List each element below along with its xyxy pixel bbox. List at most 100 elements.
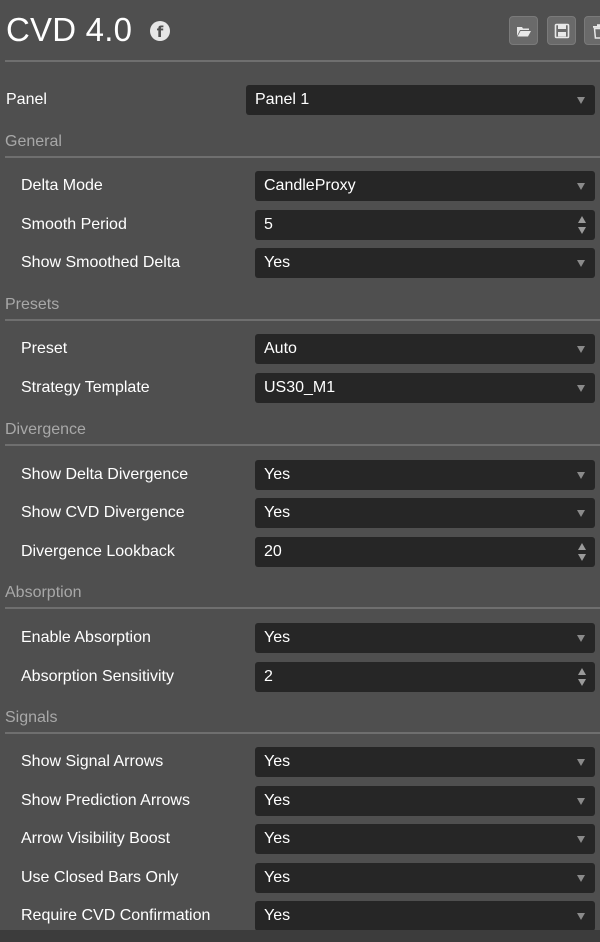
smooth-period-label: Smooth Period <box>21 216 127 233</box>
strategy-template-select[interactable]: US30_M1 <box>255 373 595 403</box>
facebook-icon[interactable]: f <box>150 21 170 41</box>
divergence-lookback-value: 20 <box>264 543 282 560</box>
preset-row: Preset Auto <box>0 332 600 366</box>
require-cvd-confirmation-row: Require CVD Confirmation Yes <box>0 899 600 933</box>
chevron-down-icon <box>577 836 585 843</box>
absorption-sensitivity-value: 2 <box>264 668 273 685</box>
smooth-period-row: Smooth Period 5 <box>0 208 600 242</box>
section-divider <box>5 156 600 158</box>
section-signals-title: Signals <box>5 709 58 726</box>
delta-mode-value: CandleProxy <box>264 177 356 194</box>
show-smoothed-delta-row: Show Smoothed Delta Yes <box>0 246 600 280</box>
show-smoothed-delta-label: Show Smoothed Delta <box>21 254 181 271</box>
settings-panel: CVD 4.0 f Panel Panel 1 General Delta Mo… <box>0 0 600 942</box>
panel-title: CVD 4.0 <box>6 11 133 48</box>
folder-open-icon <box>517 27 531 37</box>
preset-select[interactable]: Auto <box>255 334 595 364</box>
preset-value: Auto <box>264 340 297 357</box>
chevron-down-icon <box>577 635 585 642</box>
save-button[interactable] <box>547 16 576 45</box>
use-closed-bars-only-value: Yes <box>264 869 291 886</box>
smooth-period-stepper[interactable]: 5 <box>255 210 595 240</box>
strategy-template-label: Strategy Template <box>21 379 150 396</box>
use-closed-bars-only-row: Use Closed Bars Only Yes <box>0 861 600 895</box>
arrow-visibility-boost-value: Yes <box>264 830 291 847</box>
panel-label: Panel <box>6 91 47 108</box>
show-prediction-arrows-row: Show Prediction Arrows Yes <box>0 784 600 818</box>
show-delta-divergence-value: Yes <box>264 466 291 483</box>
section-divider <box>5 732 600 734</box>
divergence-lookback-stepper[interactable]: 20 <box>255 537 595 567</box>
delta-mode-select[interactable]: CandleProxy <box>255 171 595 201</box>
enable-absorption-value: Yes <box>264 629 291 646</box>
chevron-down-icon <box>577 183 585 190</box>
arrow-visibility-boost-select[interactable]: Yes <box>255 824 595 854</box>
require-cvd-confirmation-label: Require CVD Confirmation <box>21 907 211 924</box>
show-prediction-arrows-label: Show Prediction Arrows <box>21 792 190 809</box>
section-divider <box>5 607 600 609</box>
section-divider <box>5 319 600 321</box>
delta-mode-row: Delta Mode CandleProxy <box>0 169 600 203</box>
divergence-lookback-row: Divergence Lookback 20 <box>0 535 600 569</box>
chevron-down-icon <box>577 875 585 882</box>
smooth-period-value: 5 <box>264 216 273 233</box>
enable-absorption-select[interactable]: Yes <box>255 623 595 653</box>
use-closed-bars-only-select[interactable]: Yes <box>255 863 595 893</box>
show-cvd-divergence-value: Yes <box>264 504 291 521</box>
save-icon <box>554 23 570 39</box>
spin-down-icon[interactable] <box>578 679 586 686</box>
show-signal-arrows-value: Yes <box>264 753 291 770</box>
enable-absorption-label: Enable Absorption <box>21 629 151 646</box>
show-prediction-arrows-value: Yes <box>264 792 291 809</box>
chevron-down-icon <box>577 798 585 805</box>
show-delta-divergence-select[interactable]: Yes <box>255 460 595 490</box>
strategy-template-row: Strategy Template US30_M1 <box>0 371 600 405</box>
show-cvd-divergence-row: Show CVD Divergence Yes <box>0 496 600 530</box>
show-cvd-divergence-select[interactable]: Yes <box>255 498 595 528</box>
panel-select[interactable]: Panel 1 <box>246 85 595 115</box>
spin-down-icon[interactable] <box>578 554 586 561</box>
delete-button[interactable] <box>584 16 600 45</box>
spin-up-icon[interactable] <box>578 216 586 223</box>
chevron-down-icon <box>577 913 585 920</box>
scroll-edge <box>0 930 600 942</box>
show-signal-arrows-label: Show Signal Arrows <box>21 753 164 770</box>
section-divergence-title: Divergence <box>5 421 86 438</box>
section-presets-title: Presets <box>5 296 60 313</box>
show-smoothed-delta-value: Yes <box>264 254 291 271</box>
spin-up-icon[interactable] <box>578 668 586 675</box>
absorption-sensitivity-label: Absorption Sensitivity <box>21 668 174 685</box>
spin-up-icon[interactable] <box>578 543 586 550</box>
open-button[interactable] <box>509 16 538 45</box>
show-delta-divergence-row: Show Delta Divergence Yes <box>0 458 600 492</box>
chevron-down-icon <box>577 97 585 104</box>
chevron-down-icon <box>577 472 585 479</box>
strategy-template-value: US30_M1 <box>264 379 336 396</box>
arrow-visibility-boost-label: Arrow Visibility Boost <box>21 830 171 847</box>
panel-select-value: Panel 1 <box>255 91 310 108</box>
use-closed-bars-only-label: Use Closed Bars Only <box>21 869 179 886</box>
trash-icon <box>593 24 600 39</box>
show-smoothed-delta-select[interactable]: Yes <box>255 248 595 278</box>
show-delta-divergence-label: Show Delta Divergence <box>21 466 189 483</box>
preset-label: Preset <box>21 340 68 357</box>
divergence-lookback-label: Divergence Lookback <box>21 543 175 560</box>
chevron-down-icon <box>577 759 585 766</box>
show-signal-arrows-row: Show Signal Arrows Yes <box>0 745 600 779</box>
require-cvd-confirmation-select[interactable]: Yes <box>255 901 595 931</box>
require-cvd-confirmation-value: Yes <box>264 907 291 924</box>
panel-row: Panel Panel 1 <box>0 83 600 117</box>
section-absorption-title: Absorption <box>5 584 82 601</box>
enable-absorption-row: Enable Absorption Yes <box>0 621 600 655</box>
show-signal-arrows-select[interactable]: Yes <box>255 747 595 777</box>
show-prediction-arrows-select[interactable]: Yes <box>255 786 595 816</box>
delta-mode-label: Delta Mode <box>21 177 103 194</box>
chevron-down-icon <box>577 510 585 517</box>
section-general-title: General <box>5 133 62 150</box>
show-cvd-divergence-label: Show CVD Divergence <box>21 504 185 521</box>
panel-header: CVD 4.0 f <box>0 0 600 62</box>
header-divider <box>5 60 600 62</box>
spin-down-icon[interactable] <box>578 227 586 234</box>
section-divider <box>5 444 600 446</box>
absorption-sensitivity-stepper[interactable]: 2 <box>255 662 595 692</box>
